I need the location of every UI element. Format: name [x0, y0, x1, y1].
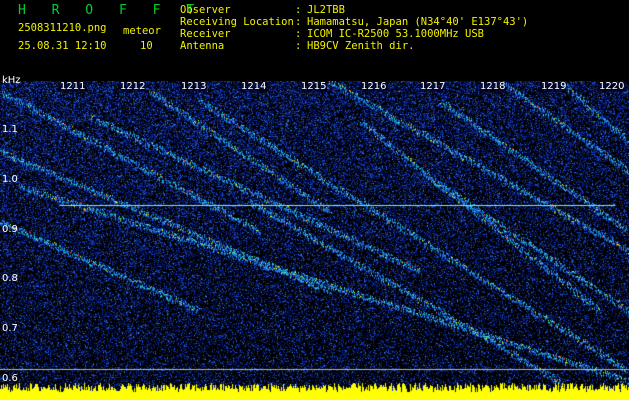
hrofft-window: H R O F F T 2508311210.png meteor 25.08.… [0, 0, 629, 400]
capture-timestamp: 25.08.31 12:10 [18, 40, 107, 52]
app-brand-title: H R O F F T [18, 3, 204, 18]
location-key: Receiving Location [180, 16, 294, 28]
image-filename: 2508311210.png [18, 22, 107, 34]
antenna-key: Antenna [180, 40, 225, 52]
observer-key: Observer [180, 4, 231, 16]
antenna-value: HB9CV Zenith dir. [307, 40, 415, 52]
receiver-sep: : [295, 28, 302, 40]
receiver-value: ICOM IC-R2500 53.1000MHz USB [307, 28, 485, 40]
receiver-key: Receiver [180, 28, 231, 40]
antenna-sep: : [295, 40, 302, 52]
spectrogram-canvas [0, 81, 629, 400]
observer-sep: : [295, 4, 302, 16]
location-value: Hamamatsu, Japan (N34°40' E137°43') [307, 16, 529, 28]
observer-value: JL2TBB [307, 4, 345, 16]
location-sep: : [295, 16, 302, 28]
detection-label: meteor [123, 25, 161, 37]
detection-count: 10 [140, 40, 153, 52]
